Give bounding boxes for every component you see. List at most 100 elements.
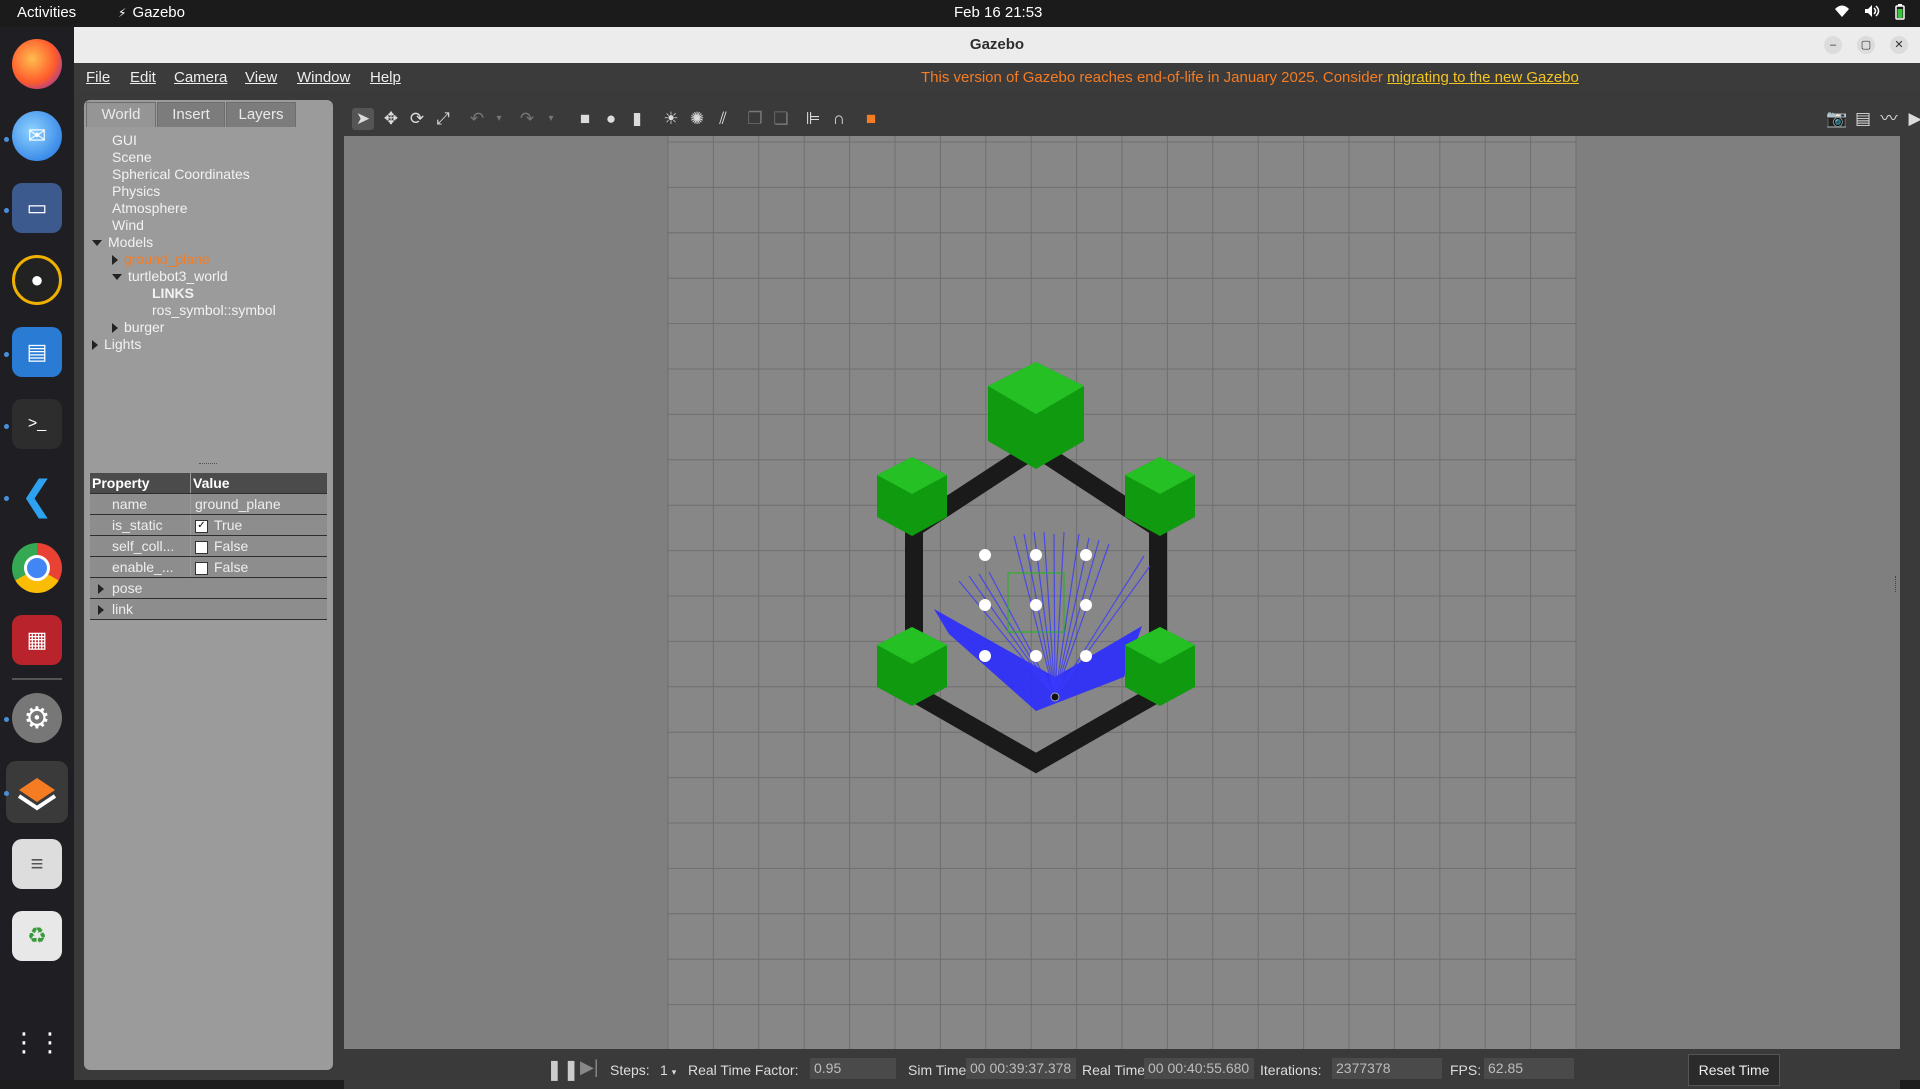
rhythmbox-icon[interactable]: ● [12, 255, 62, 305]
plot-icon[interactable]: 〰 [1878, 108, 1900, 130]
tree-item-burger[interactable]: burger [112, 319, 164, 335]
system-tray[interactable] [1834, 4, 1906, 24]
wifi-icon[interactable] [1834, 4, 1850, 24]
undo-icon[interactable]: ↶ [466, 108, 488, 130]
menu-camera[interactable]: Camera [174, 69, 227, 86]
maximize-icon[interactable]: ▢ [1857, 36, 1875, 54]
show-applications-icon[interactable]: ⋮⋮ [11, 1017, 63, 1067]
tree-item-links[interactable]: LINKS [152, 285, 194, 301]
ground-plane[interactable] [667, 136, 1577, 1049]
scene-render[interactable] [344, 136, 1900, 1049]
rotate-mode-icon[interactable]: ⟳ [406, 108, 428, 130]
tree-item-models[interactable]: Models [92, 234, 153, 250]
checkbox-unchecked[interactable] [195, 561, 208, 575]
property-row-enable-wind[interactable]: enable_... False [90, 557, 327, 578]
migration-link[interactable]: migrating to the new Gazebo [1387, 69, 1579, 86]
scale-mode-icon[interactable]: ⤢ [432, 108, 454, 130]
change-view-icon[interactable]: ■ [860, 108, 882, 130]
activities-button[interactable]: Activities [17, 4, 76, 21]
expand-right-icon[interactable] [98, 584, 104, 595]
tree-item-wind[interactable]: Wind [112, 217, 144, 233]
tab-layers[interactable]: Layers [226, 102, 296, 127]
tree-item-turtlebot3-world[interactable]: turtlebot3_world [112, 268, 228, 284]
window-titlebar[interactable]: Gazebo – ▢ ✕ [74, 27, 1920, 64]
expand-right-icon[interactable] [92, 340, 98, 351]
splitter-handle[interactable] [199, 463, 217, 467]
redo-icon[interactable]: ↷ [516, 108, 538, 130]
translate-mode-icon[interactable]: ✥ [380, 108, 402, 130]
tree-item-lights[interactable]: Lights [92, 336, 141, 352]
terminal-icon[interactable]: >_ [12, 399, 62, 449]
box-shape-icon[interactable]: ■ [574, 108, 596, 130]
expand-down-icon[interactable] [112, 274, 122, 281]
vscode-icon[interactable]: ❮ [12, 471, 62, 521]
expand-right-icon[interactable] [112, 255, 118, 266]
checkbox-checked[interactable]: ✓ [195, 519, 208, 533]
trash-icon[interactable]: ♻ [12, 911, 62, 961]
battery-icon[interactable] [1894, 4, 1906, 24]
point-light-icon[interactable]: ☀ [660, 108, 682, 130]
reset-time-button[interactable]: Reset Time [1688, 1054, 1780, 1086]
clock[interactable]: Feb 16 21:53 [954, 4, 1042, 21]
settings-icon[interactable]: ⚙ [12, 693, 62, 743]
select-mode-icon[interactable]: ➤ [352, 108, 374, 130]
align-icon[interactable]: ⊫ [802, 108, 824, 130]
tree-item-scene[interactable]: Scene [112, 149, 152, 165]
property-value[interactable]: False [191, 536, 327, 556]
thunderbird-icon[interactable]: ✉ [12, 111, 62, 161]
property-group-link[interactable]: link [90, 599, 327, 620]
minimize-icon[interactable]: – [1824, 36, 1842, 54]
property-value[interactable]: ✓ True [191, 515, 327, 535]
spot-light-icon[interactable]: ✺ [686, 108, 708, 130]
tab-insert[interactable]: Insert [157, 102, 225, 127]
menu-file[interactable]: File [86, 69, 110, 86]
directional-light-icon[interactable]: ⫽ [712, 108, 734, 130]
expand-right-icon[interactable] [98, 605, 104, 616]
expand-down-icon[interactable] [92, 240, 102, 247]
menu-help[interactable]: Help [370, 69, 401, 86]
log-icon[interactable]: ▤ [1852, 108, 1874, 130]
right-panel-handle[interactable] [1895, 576, 1898, 592]
tree-item-gui[interactable]: GUI [112, 132, 137, 148]
tree-item-ros-symbol[interactable]: ros_symbol::symbol [152, 302, 276, 318]
menu-edit[interactable]: Edit [130, 69, 156, 86]
redo-history-dropdown-icon[interactable]: ▾ [540, 108, 562, 130]
3d-viewport[interactable] [344, 136, 1900, 1049]
tree-item-physics[interactable]: Physics [112, 183, 160, 199]
property-row-name[interactable]: name ground_plane [90, 494, 327, 515]
writer-icon[interactable]: ▤ [12, 327, 62, 377]
paste-icon[interactable]: ❏ [770, 108, 792, 130]
cylinder-shape-icon[interactable]: ▮ [626, 108, 648, 130]
step-icon[interactable]: ▶| [580, 1057, 599, 1078]
property-group-pose[interactable]: pose [90, 578, 327, 599]
tab-world[interactable]: World [86, 102, 156, 127]
app-launcher-red-icon[interactable]: ▦ [12, 615, 62, 665]
property-row-self-collide[interactable]: self_coll... False [90, 536, 327, 557]
tree-item-atmosphere[interactable]: Atmosphere [112, 200, 187, 216]
expand-right-icon[interactable] [112, 323, 118, 334]
chevron-down-icon[interactable]: ▾ [672, 1067, 677, 1077]
undo-history-dropdown-icon[interactable]: ▾ [488, 108, 510, 130]
burger-robot[interactable] [1050, 692, 1060, 702]
property-value[interactable]: ground_plane [191, 494, 327, 514]
menu-window[interactable]: Window [297, 69, 350, 86]
sphere-shape-icon[interactable]: ● [600, 108, 622, 130]
snap-icon[interactable]: ∩ [828, 108, 850, 130]
video-record-icon[interactable]: ▶ [1904, 108, 1920, 130]
property-row-is-static[interactable]: is_static ✓ True [90, 515, 327, 536]
property-value[interactable]: False [191, 557, 327, 577]
close-icon[interactable]: ✕ [1890, 36, 1908, 54]
gazebo-icon[interactable] [6, 761, 68, 823]
firefox-icon[interactable] [12, 39, 62, 89]
tree-item-spherical-coordinates[interactable]: Spherical Coordinates [112, 166, 250, 182]
menu-view[interactable]: View [245, 69, 277, 86]
steps-spinbox[interactable]: 1 ▾ [660, 1062, 676, 1078]
files-icon[interactable]: ▭ [12, 183, 62, 233]
checkbox-unchecked[interactable] [195, 540, 208, 554]
text-editor-icon[interactable]: ≡ [12, 839, 62, 889]
volume-icon[interactable] [1864, 4, 1880, 24]
screenshot-icon[interactable]: 📷 [1826, 108, 1848, 130]
copy-icon[interactable]: ❐ [744, 108, 766, 130]
tree-item-ground-plane[interactable]: ground_plane [112, 251, 210, 267]
pause-icon[interactable]: ❚❚ [546, 1057, 580, 1082]
